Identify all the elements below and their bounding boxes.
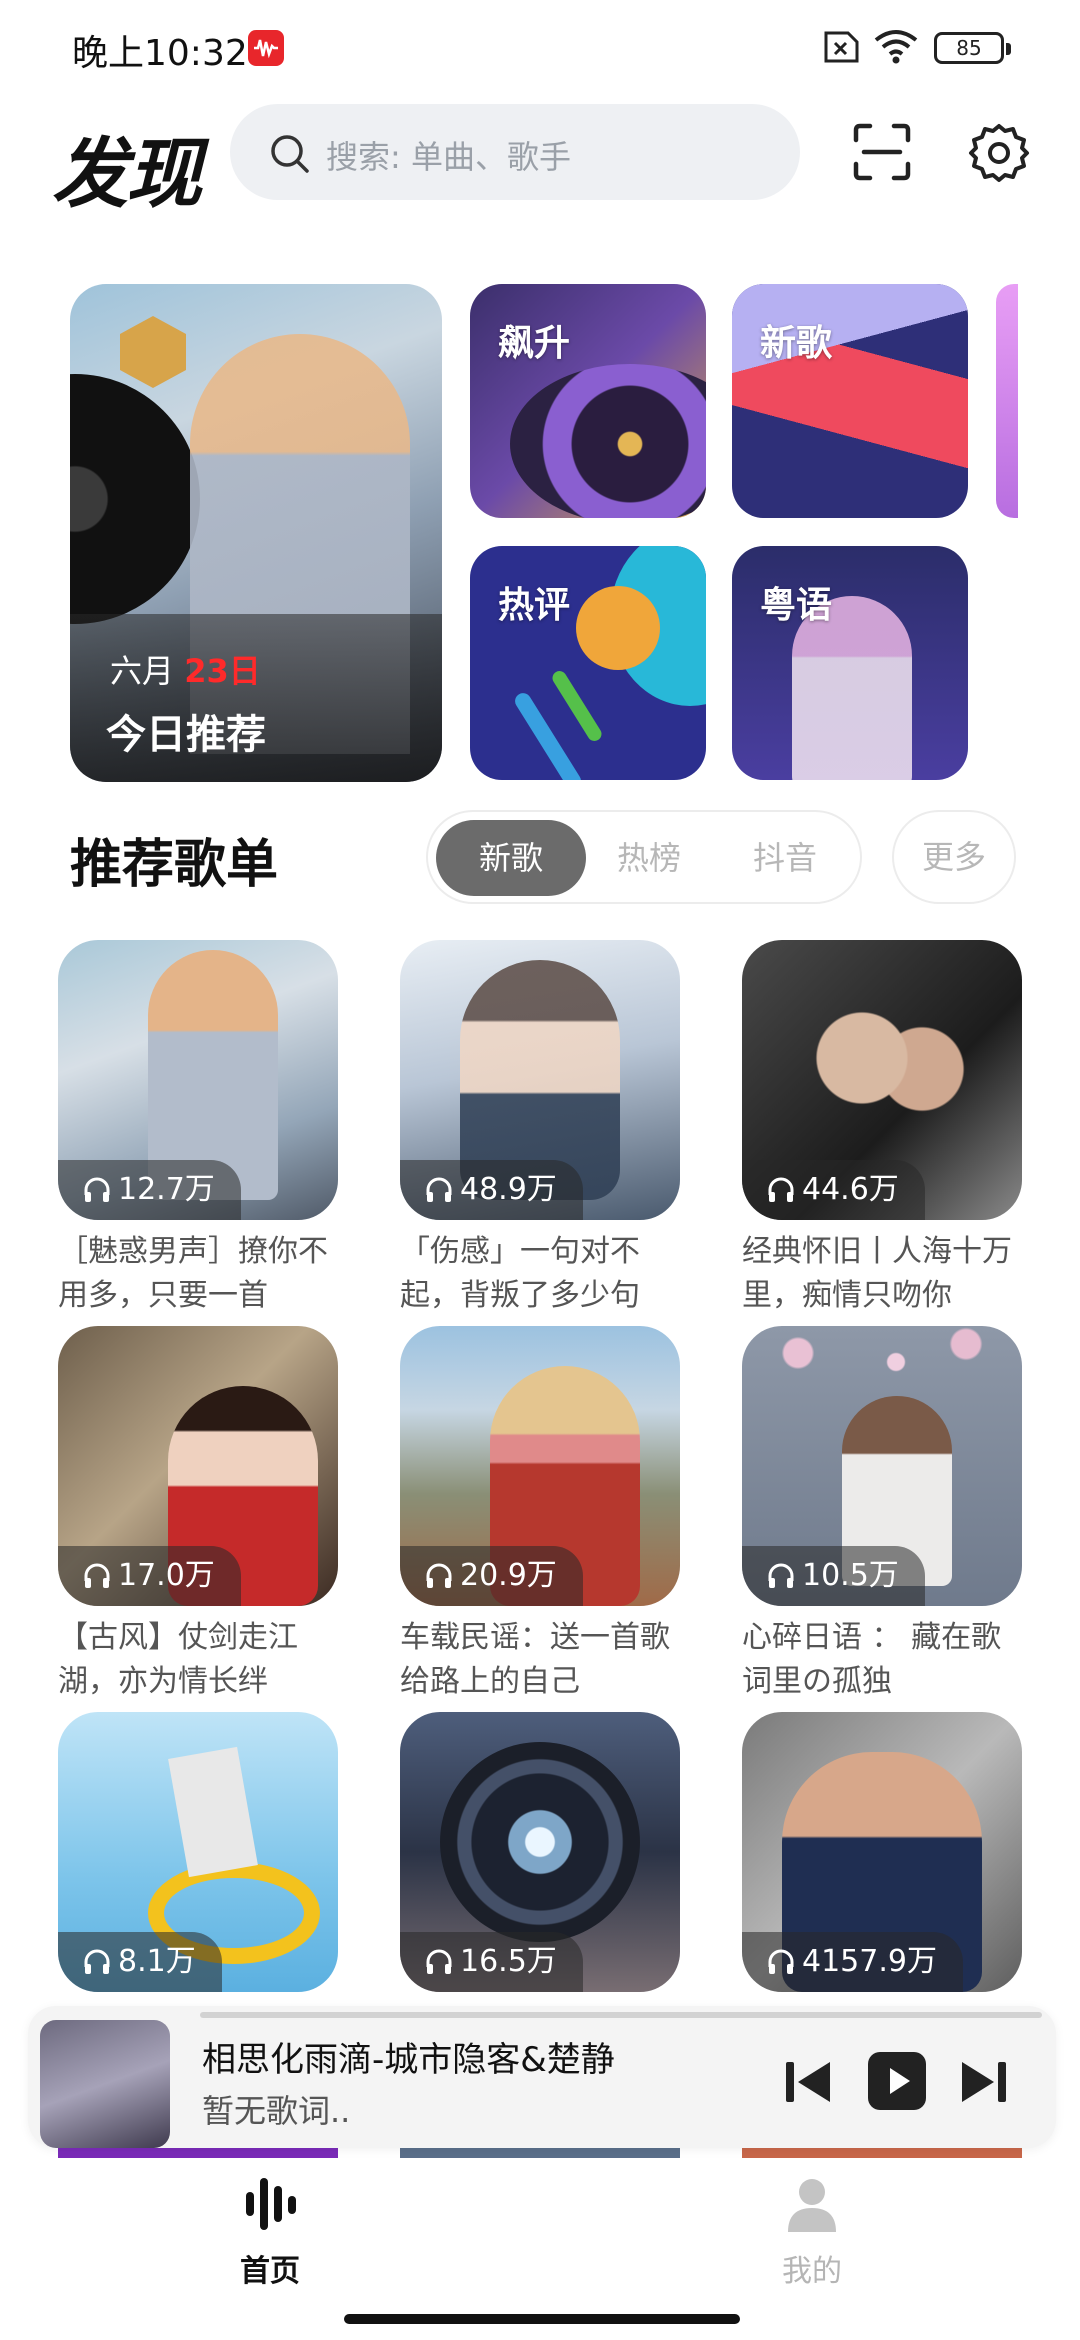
playlist-card[interactable]: 10.5万 心碎日语 ： 藏在歌词里の孤独: [742, 1326, 1022, 1704]
nav-home[interactable]: 首页: [170, 2172, 370, 2290]
play-count: 4157.9万: [742, 1932, 963, 1992]
now-playing-lyric: 暂无歌词..: [202, 2092, 351, 2130]
now-playing-title: 相思化雨滴-城市隐客&楚静: [202, 2040, 615, 2080]
headphones-icon: [84, 1177, 110, 1202]
turntable-image: [510, 364, 706, 518]
user-icon: [788, 2179, 836, 2232]
headphones-icon: [84, 1563, 110, 1588]
nav-profile[interactable]: 我的: [712, 2172, 912, 2290]
banner-date: 六月 23日: [110, 646, 261, 692]
playlist-cover: 4157.9万: [742, 1712, 1022, 1992]
playlist-card[interactable]: 16.5万: [400, 1712, 680, 1992]
bottom-navigation: 首页 我的: [0, 2158, 1080, 2340]
playlist-cover: 20.9万: [400, 1326, 680, 1606]
next-button[interactable]: [956, 2054, 1012, 2114]
play-count: 8.1万: [58, 1932, 222, 1992]
more-button[interactable]: 更多: [892, 810, 1016, 904]
playlist-title: 「伤感」一句对不起，背叛了多少句: [400, 1234, 640, 1313]
chart-tile-new[interactable]: 新歌: [732, 284, 968, 518]
previous-button[interactable]: [780, 2054, 836, 2114]
playlist-cover: 8.1万: [58, 1712, 338, 1992]
play-count: 48.9万: [400, 1160, 583, 1220]
page-title: 发现: [52, 129, 202, 218]
status-bar: 晚上10:32 85: [0, 0, 1080, 96]
playlist-cover: 48.9万: [400, 940, 680, 1220]
play-count: 10.5万: [742, 1546, 925, 1606]
recorder-icon: [248, 30, 284, 66]
headphones-icon: [426, 1949, 452, 1974]
playlist-title: 【古风】仗剑走江湖，亦为情长绊: [58, 1620, 298, 1699]
play-button[interactable]: [868, 2052, 926, 2110]
playlist-card[interactable]: 17.0万 【古风】仗剑走江湖，亦为情长绊: [58, 1326, 338, 1704]
playlist-cover: 10.5万: [742, 1326, 1022, 1606]
chart-tile-rising[interactable]: 飙升: [470, 284, 706, 518]
headphones-icon: [768, 1563, 794, 1588]
playlist-card[interactable]: 8.1万: [58, 1712, 338, 1992]
playlist-cover: 16.5万: [400, 1712, 680, 1992]
playlist-cover: 12.7万: [58, 940, 338, 1220]
daily-recommend-banner[interactable]: 六月 23日 今日推荐: [70, 284, 442, 782]
playlist-cover: 17.0万: [58, 1326, 338, 1606]
playlist-card[interactable]: 12.7万 ［魅惑男声］撩你不用多，只要一首: [58, 940, 338, 1318]
nav-profile-label: 我的: [782, 2254, 842, 2289]
playlist-card[interactable]: 44.6万 经典怀旧丨人海十万里，痴情只吻你: [742, 940, 1022, 1318]
tab-douyin[interactable]: 抖音: [710, 820, 860, 896]
nav-home-label: 首页: [240, 2254, 300, 2289]
headphones-icon: [426, 1563, 452, 1588]
playlist-cover: 44.6万: [742, 940, 1022, 1220]
playback-progress[interactable]: [200, 2012, 1042, 2018]
play-icon: [890, 2068, 910, 2094]
headphones-icon: [84, 1949, 110, 1974]
headphones-icon: [768, 1177, 794, 1202]
play-count: 44.6万: [742, 1160, 925, 1220]
playlist-card[interactable]: 48.9万 「伤感」一句对不起，背叛了多少句: [400, 940, 680, 1318]
mini-player[interactable]: 相思化雨滴-城市隐客&楚静 暂无歌词..: [28, 2006, 1056, 2148]
tile-label: 热评: [498, 585, 571, 626]
chart-tile-next[interactable]: [996, 284, 1018, 518]
skip-next-icon: [962, 2062, 1006, 2102]
scan-icon: [853, 123, 911, 181]
playlist-card[interactable]: 4157.9万: [742, 1712, 1022, 1992]
battery-indicator: 85: [934, 32, 1011, 64]
status-time: 晚上10:32: [72, 33, 248, 74]
playlist-title: 车载民谣：送一首歌给路上的自己: [400, 1620, 670, 1699]
home-indicator[interactable]: [344, 2314, 740, 2324]
no-sim-icon: [818, 30, 860, 68]
tile-label: 粤语: [760, 585, 833, 626]
headphones-icon: [768, 1949, 794, 1974]
tab-new[interactable]: 新歌: [436, 820, 586, 896]
playlist-tabs: 新歌 热榜 抖音: [426, 810, 862, 904]
tab-hot[interactable]: 热榜: [574, 820, 724, 896]
skip-previous-icon: [786, 2062, 830, 2102]
settings-button[interactable]: [968, 122, 1030, 184]
playlist-title: 经典怀旧丨人海十万里，痴情只吻你: [742, 1234, 1012, 1313]
playlist-title: ［魅惑男声］撩你不用多，只要一首: [58, 1234, 328, 1313]
chart-tile-hot-comments[interactable]: 热评: [470, 546, 706, 780]
playlist-card[interactable]: 20.9万 车载民谣：送一首歌给路上的自己: [400, 1326, 680, 1704]
scan-button[interactable]: [852, 122, 912, 182]
search-input[interactable]: 搜索: 单曲、歌手: [230, 104, 800, 200]
banner-month: 六月: [110, 652, 175, 690]
play-count: 20.9万: [400, 1546, 583, 1606]
search-icon: [268, 132, 312, 180]
section-title: 推荐歌单: [70, 835, 279, 895]
wifi-icon: [872, 28, 920, 70]
chart-tile-cantonese[interactable]: 粤语: [732, 546, 968, 780]
now-playing-cover: [40, 2020, 170, 2148]
playlist-title: 心碎日语 ： 藏在歌词里の孤独: [742, 1620, 1002, 1699]
vinyl-record-image: [70, 374, 200, 624]
banner-label: 今日推荐: [106, 712, 266, 758]
tile-label: 新歌: [760, 323, 833, 364]
tile-label: 飙升: [498, 323, 571, 364]
diamond-badge-icon: [120, 316, 186, 388]
banner-day: 23日: [184, 652, 261, 690]
gear-icon: [969, 124, 1029, 182]
play-count: 16.5万: [400, 1932, 583, 1992]
play-count: 17.0万: [58, 1546, 241, 1606]
play-count: 12.7万: [58, 1160, 241, 1220]
search-placeholder: 搜索: 单曲、歌手: [326, 138, 571, 176]
discover-bars-icon: [246, 2178, 296, 2230]
headphones-icon: [426, 1177, 452, 1202]
